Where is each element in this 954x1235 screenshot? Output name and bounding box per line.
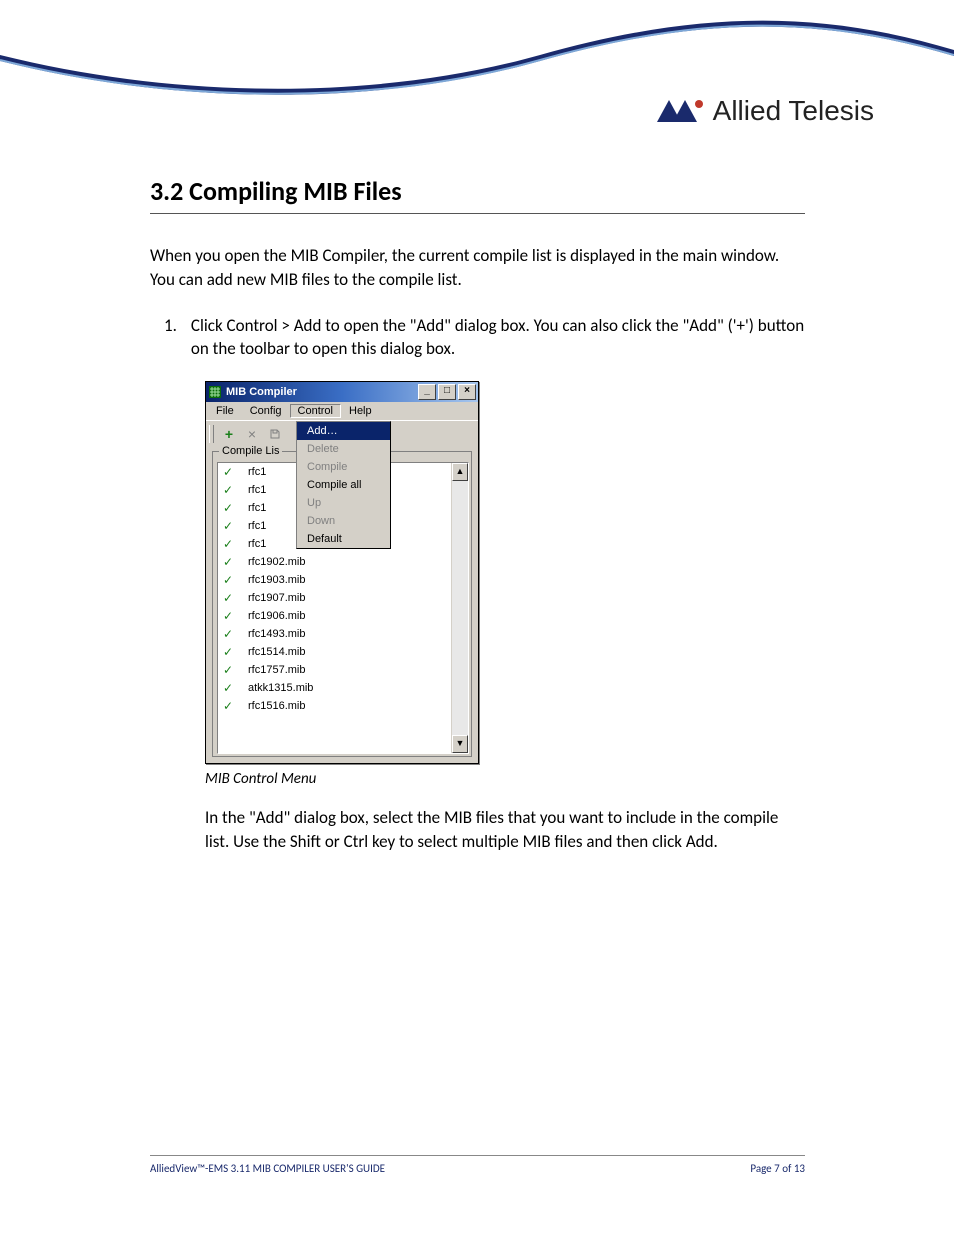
list-item-label: rfc1 (248, 538, 266, 550)
list-item[interactable]: ✓ rfc1907.mib (218, 589, 451, 607)
list-item[interactable]: ✓ rfc1516.mib (218, 697, 451, 715)
menu-item-add[interactable]: Add… (297, 422, 390, 440)
scroll-track[interactable] (452, 481, 468, 735)
mib-compiler-window: MIB Compiler _ □ × FileConfigControlHelp… (205, 381, 479, 764)
checkmark-icon: ✓ (222, 699, 234, 713)
scroll-up-icon[interactable]: ▲ (452, 463, 468, 481)
list-item-label: rfc1903.mib (248, 574, 305, 586)
footer-right: Page 7 of 13 (750, 1162, 805, 1175)
checkmark-icon: ✓ (222, 663, 234, 677)
menu-help[interactable]: Help (341, 404, 380, 418)
list-item-label: rfc1757.mib (248, 664, 305, 676)
list-item-label: rfc1493.mib (248, 628, 305, 640)
toolbar-grip (209, 425, 214, 443)
menubar: FileConfigControlHelp (206, 402, 478, 420)
menu-item-compile: Compile (297, 458, 390, 476)
list-item[interactable]: ✓ rfc1493.mib (218, 625, 451, 643)
maximize-button[interactable]: □ (438, 384, 456, 400)
brand-mark-icon (655, 98, 705, 124)
step-number: 1. (164, 314, 177, 362)
titlebar[interactable]: MIB Compiler _ □ × (206, 382, 478, 402)
list-item-label: rfc1907.mib (248, 592, 305, 604)
list-item-label: rfc1 (248, 466, 266, 478)
checkmark-icon: ✓ (222, 465, 234, 479)
menu-item-up: Up (297, 494, 390, 512)
scrollbar[interactable]: ▲ ▼ (451, 463, 468, 753)
list-item[interactable]: ✓ rfc1902.mib (218, 553, 451, 571)
after-paragraph: In the "Add" dialog box, select the MIB … (205, 806, 805, 854)
list-item[interactable]: ✓ rfc1514.mib (218, 643, 451, 661)
checkmark-icon: ✓ (222, 555, 234, 569)
list-item-label: rfc1902.mib (248, 556, 305, 568)
list-item-label: rfc1 (248, 502, 266, 514)
list-item[interactable]: ✓ rfc1906.mib (218, 607, 451, 625)
window-title: MIB Compiler (226, 386, 418, 398)
checkmark-icon: ✓ (222, 537, 234, 551)
minimize-button[interactable]: _ (418, 384, 436, 400)
close-button[interactable]: × (458, 384, 476, 400)
checkmark-icon: ✓ (222, 501, 234, 515)
intro-paragraph: When you open the MIB Compiler, the curr… (150, 244, 805, 292)
menu-item-compile-all[interactable]: Compile all (297, 476, 390, 494)
scroll-down-icon[interactable]: ▼ (452, 735, 468, 753)
app-icon (208, 385, 222, 399)
compile-icon[interactable] (264, 423, 286, 445)
brand-text: Allied Telesis (713, 95, 874, 127)
checkmark-icon: ✓ (222, 591, 234, 605)
control-menu-dropdown: Add…DeleteCompileCompile allUpDownDefaul… (296, 421, 391, 549)
toolbar: + × Add…DeleteCompileCompile allUpDownDe… (206, 420, 478, 447)
checkmark-icon: ✓ (222, 519, 234, 533)
menu-file[interactable]: File (208, 404, 242, 418)
delete-icon[interactable]: × (241, 423, 263, 445)
list-item-label: rfc1514.mib (248, 646, 305, 658)
figure-caption: MIB Control Menu (205, 770, 805, 788)
checkmark-icon: ✓ (222, 645, 234, 659)
list-item-label: rfc1 (248, 520, 266, 532)
checkmark-icon: ✓ (222, 483, 234, 497)
section-rule (150, 213, 805, 214)
list-item[interactable]: ✓ atkk1315.mib (218, 679, 451, 697)
checkmark-icon: ✓ (222, 627, 234, 641)
page-footer: AlliedView™-EMS 3.11 MIB COMPILER USER'S… (150, 1155, 805, 1175)
menu-item-down: Down (297, 512, 390, 530)
menu-config[interactable]: Config (242, 404, 290, 418)
list-item-label: atkk1315.mib (248, 682, 313, 694)
checkmark-icon: ✓ (222, 681, 234, 695)
header-wave (0, 0, 954, 110)
step-text: Click Control > Add to open the "Add" di… (191, 314, 805, 362)
menu-control[interactable]: Control (290, 404, 341, 418)
brand-logo: Allied Telesis (655, 95, 874, 127)
add-icon[interactable]: + (218, 423, 240, 445)
compile-list-legend: Compile Lis (219, 445, 282, 457)
list-item[interactable]: ✓ rfc1757.mib (218, 661, 451, 679)
checkmark-icon: ✓ (222, 573, 234, 587)
list-item-label: rfc1906.mib (248, 610, 305, 622)
menu-item-default[interactable]: Default (297, 530, 390, 548)
step-1: 1. Click Control > Add to open the "Add"… (164, 314, 805, 362)
list-item-label: rfc1516.mib (248, 700, 305, 712)
list-item[interactable]: ✓ rfc1903.mib (218, 571, 451, 589)
menu-item-delete: Delete (297, 440, 390, 458)
footer-left: AlliedView™-EMS 3.11 MIB COMPILER USER'S… (150, 1162, 385, 1175)
checkmark-icon: ✓ (222, 609, 234, 623)
list-item-label: rfc1 (248, 484, 266, 496)
section-heading: 3.2 Compiling MIB Files (150, 175, 805, 207)
